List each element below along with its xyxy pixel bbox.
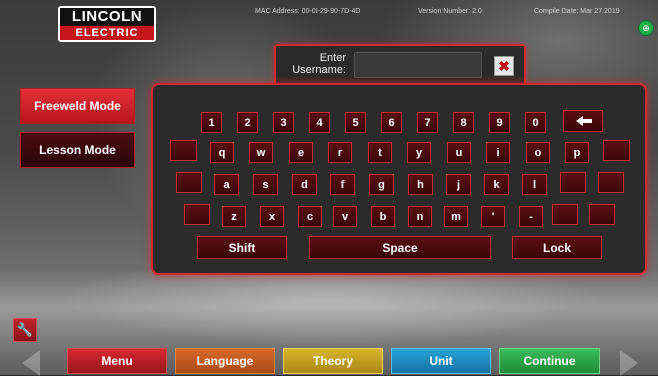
- username-label-line2: Username:: [292, 64, 346, 76]
- continue-button[interactable]: Continue: [499, 348, 600, 374]
- username-label: Enter Username:: [284, 52, 346, 76]
- lesson-mode-button[interactable]: Lesson Mode: [20, 132, 135, 168]
- version-number: Version Number: 2.0: [418, 8, 482, 15]
- key-b[interactable]: b: [371, 206, 395, 227]
- key-w[interactable]: w: [249, 142, 273, 163]
- backspace-key[interactable]: [563, 110, 603, 132]
- lincoln-electric-logo: LINCOLN ELECTRIC: [58, 6, 156, 42]
- key-m[interactable]: m: [444, 206, 468, 227]
- key-0[interactable]: 0: [525, 112, 546, 133]
- key-s[interactable]: s: [253, 174, 278, 195]
- key-1[interactable]: 1: [201, 112, 222, 133]
- unit-button[interactable]: Unit: [391, 348, 491, 374]
- key-p[interactable]: p: [565, 142, 589, 163]
- key-blank-left-row3[interactable]: [176, 172, 202, 193]
- space-key[interactable]: Space: [309, 236, 491, 259]
- lock-key[interactable]: Lock: [512, 236, 602, 259]
- key-4[interactable]: 4: [309, 112, 330, 133]
- logo-text-top: LINCOLN: [60, 8, 154, 26]
- key-6[interactable]: 6: [381, 112, 402, 133]
- key-blank-right-row2[interactable]: [603, 140, 630, 161]
- freeweld-mode-button[interactable]: Freeweld Mode: [20, 88, 135, 124]
- key-j[interactable]: j: [446, 174, 471, 195]
- key-7[interactable]: 7: [417, 112, 438, 133]
- shift-key[interactable]: Shift: [197, 236, 287, 259]
- key-blank-right-row4-a[interactable]: [552, 204, 578, 225]
- key-hyphen[interactable]: -: [519, 206, 543, 227]
- mac-address: MAC Address: 00-0I-29-90-7D-4D: [255, 8, 361, 15]
- key-f[interactable]: f: [330, 174, 355, 195]
- key-x[interactable]: x: [260, 206, 284, 227]
- key-apostrophe[interactable]: ': [481, 206, 505, 227]
- wrench-icon[interactable]: 🔧: [13, 318, 37, 342]
- key-2[interactable]: 2: [237, 112, 258, 133]
- key-h[interactable]: h: [408, 174, 433, 195]
- compile-date: Compile Date: Mar 27 2019: [534, 8, 620, 15]
- key-t[interactable]: t: [368, 142, 392, 163]
- key-blank-left-row4[interactable]: [184, 204, 210, 225]
- key-8[interactable]: 8: [453, 112, 474, 133]
- next-arrow-icon[interactable]: [620, 350, 638, 376]
- logo-text-bottom: ELECTRIC: [60, 26, 154, 40]
- key-r[interactable]: r: [328, 142, 352, 163]
- network-status-icon[interactable]: ⊕: [638, 20, 654, 36]
- key-blank-right-row3-b[interactable]: [598, 172, 624, 193]
- key-3[interactable]: 3: [273, 112, 294, 133]
- key-v[interactable]: v: [333, 206, 357, 227]
- key-d[interactable]: d: [292, 174, 317, 195]
- key-n[interactable]: n: [408, 206, 432, 227]
- key-e[interactable]: e: [289, 142, 313, 163]
- language-button[interactable]: Language: [175, 348, 275, 374]
- key-l[interactable]: l: [522, 174, 547, 195]
- previous-arrow-icon[interactable]: [22, 350, 40, 376]
- key-y[interactable]: y: [407, 142, 431, 163]
- key-9[interactable]: 9: [489, 112, 510, 133]
- menu-button[interactable]: Menu: [67, 348, 167, 374]
- key-blank-left-row2[interactable]: [170, 140, 197, 161]
- key-a[interactable]: a: [214, 174, 239, 195]
- key-5[interactable]: 5: [345, 112, 366, 133]
- key-o[interactable]: o: [526, 142, 550, 163]
- backspace-arrow-icon: [576, 116, 592, 126]
- key-c[interactable]: c: [298, 206, 322, 227]
- theory-button[interactable]: Theory: [283, 348, 383, 374]
- key-u[interactable]: u: [447, 142, 471, 163]
- key-g[interactable]: g: [369, 174, 394, 195]
- key-z[interactable]: z: [222, 206, 246, 227]
- key-k[interactable]: k: [484, 174, 509, 195]
- key-i[interactable]: i: [486, 142, 510, 163]
- close-button[interactable]: ✖: [494, 56, 514, 76]
- key-blank-right-row4-b[interactable]: [589, 204, 615, 225]
- key-blank-right-row3-a[interactable]: [560, 172, 586, 193]
- key-q[interactable]: q: [210, 142, 234, 163]
- username-label-line1: Enter: [319, 52, 346, 64]
- username-input[interactable]: [354, 52, 482, 78]
